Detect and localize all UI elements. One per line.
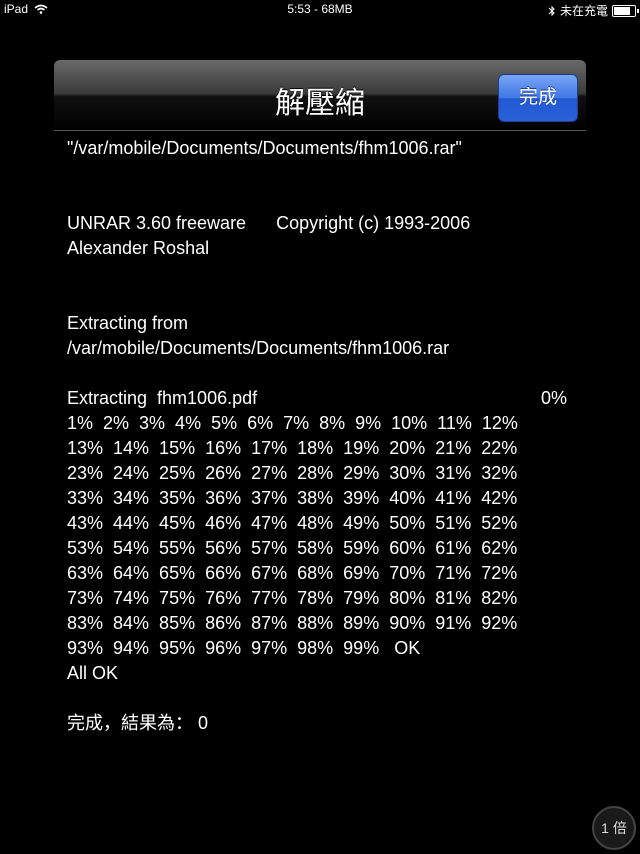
version-line: UNRAR 3.60 freeware Copyright (c) 1993-2…: [67, 211, 587, 236]
progress-lines: 1% 2% 3% 4% 5% 6% 7% 8% 9% 10% 11% 12% 1…: [67, 411, 587, 661]
progress-line: 93% 94% 95% 96% 97% 98% 99% OK: [67, 638, 421, 658]
progress-line: 63% 64% 65% 66% 67% 68% 69% 70% 71% 72%: [67, 563, 518, 583]
extracting-file-text: Extracting fhm1006.pdf: [67, 388, 258, 408]
archive-path-quoted: "/var/mobile/Documents/Documents/fhm1006…: [67, 138, 462, 158]
extracting-file-line: Extracting fhm1006.pdf 0%: [67, 386, 567, 411]
progress-line: 53% 54% 55% 56% 57% 58% 59% 60% 61% 62%: [67, 538, 518, 558]
archive-path: /var/mobile/Documents/Documents/fhm1006.…: [67, 338, 450, 358]
all-ok-text: All OK: [67, 663, 119, 683]
zoom-button[interactable]: 1 倍: [592, 806, 636, 850]
progress-line: 13% 14% 15% 16% 17% 18% 19% 20% 21% 22%: [67, 438, 518, 458]
extracting-from-label: Extracting from: [67, 313, 189, 333]
version-text: UNRAR 3.60 freeware: [67, 213, 247, 233]
status-bar: iPad 5:53 - 68MB 未在充電: [0, 0, 640, 18]
charging-status: 未在充電: [559, 4, 608, 18]
author-text: Alexander Roshal: [67, 238, 210, 258]
progress-line: 43% 44% 45% 46% 47% 48% 49% 50% 51% 52%: [67, 513, 518, 533]
progress-line: 33% 34% 35% 36% 37% 38% 39% 40% 41% 42%: [67, 488, 518, 508]
progress-line: 83% 84% 85% 86% 87% 88% 89% 90% 91% 92%: [67, 613, 518, 633]
progress-line: 73% 74% 75% 76% 77% 78% 79% 80% 81% 82%: [67, 588, 518, 608]
navigation-bar: 解壓縮 完成: [54, 60, 586, 131]
extraction-log: "/var/mobile/Documents/Documents/fhm1006…: [67, 136, 587, 736]
status-time-memory: 5:53 - 68MB: [287, 2, 353, 16]
bluetooth-icon: [548, 5, 555, 16]
progress-line: 23% 24% 25% 26% 27% 28% 29% 30% 31% 32%: [67, 463, 518, 483]
copyright-text: Copyright (c) 1993-2006: [276, 213, 471, 233]
battery-icon: [612, 4, 639, 17]
progress-line: 1% 2% 3% 4% 5% 6% 7% 8% 9% 10% 11% 12%: [67, 413, 518, 433]
done-button[interactable]: 完成: [498, 74, 578, 122]
result-text: 完成，結果為： 0: [67, 713, 209, 733]
start-percent: 0%: [540, 388, 567, 408]
